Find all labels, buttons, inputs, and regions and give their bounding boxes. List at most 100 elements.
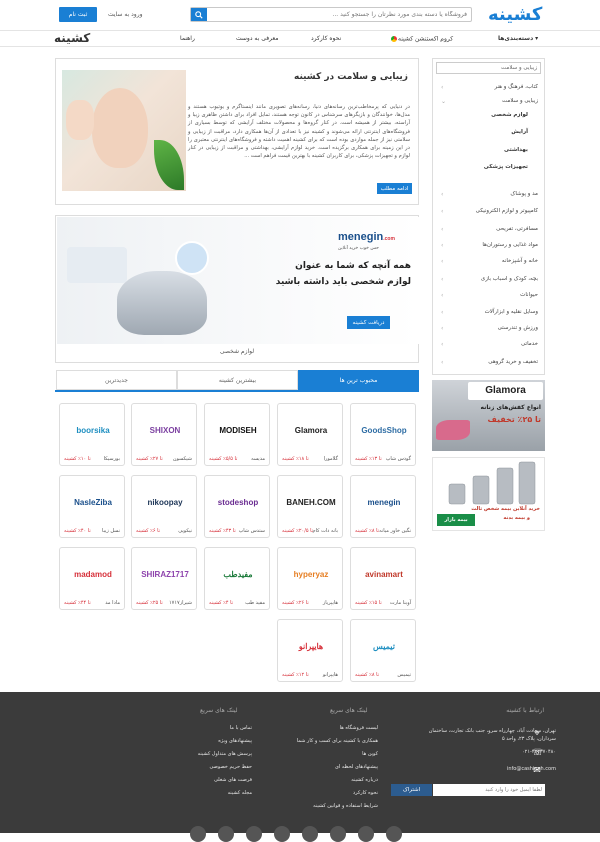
footer-link[interactable]: همکاری با کشینه برای کسب و کار شما xyxy=(297,738,378,744)
store-name: نسل زیبا xyxy=(101,528,120,534)
footer-link[interactable]: پیشنهادهای ویژه xyxy=(218,738,252,744)
store-card[interactable]: تیمیس تیمیس تا ۸٪ کشینه xyxy=(350,619,416,682)
footer-link[interactable]: پیشنهادهای لحظه ای xyxy=(335,764,378,770)
nav-guide[interactable]: راهنما xyxy=(180,35,195,42)
footer: ارتباط با کشینه لینک های سریع لینک های س… xyxy=(0,692,600,833)
store-card[interactable]: SHIXON شیکسون تا ۲۷٪ کشینه xyxy=(131,403,197,466)
glamora-banner[interactable]: Glamora انواع کفش‌های زنانه تا ۲۵٪ تخفیف xyxy=(432,380,545,451)
store-cashback: تا ۱۳٪ کشینه xyxy=(355,456,382,462)
store-card[interactable]: hyperyaz هایپریاز تا ۲۶٪ کشینه xyxy=(277,547,343,610)
store-name: بانه دات کام xyxy=(312,528,339,534)
bimebazar-banner[interactable]: خرید آنلاین بیمه شخص ثالث و بیمه بدنه بی… xyxy=(432,457,545,531)
newsletter-input[interactable] xyxy=(433,784,545,796)
promo-cta-button[interactable]: دریافت کشینه xyxy=(347,316,390,329)
store-card[interactable]: menegin نگین خاور میانه تا ۸٪ کشینه xyxy=(350,475,416,538)
store-logo: boorsika xyxy=(76,425,110,435)
sidebar-item[interactable]: آرایش xyxy=(511,129,528,135)
sidebar-item[interactable]: بچه، کودک و اسباب بازی xyxy=(481,276,538,282)
sidebar-item[interactable]: زیبایی و سلامت xyxy=(502,98,538,104)
sidebar-item[interactable]: کامپیوتر و لوازم الکترونیکی xyxy=(476,208,538,214)
store-name: گودس شاپ xyxy=(385,456,411,462)
sidebar-item[interactable]: مد و پوشاک xyxy=(510,191,538,197)
promo-caption: لوازم شخصی xyxy=(219,348,255,355)
nav-invite[interactable]: معرفی به دوست xyxy=(236,35,278,42)
tab-popular[interactable]: محبوب ترین ها xyxy=(298,370,419,390)
read-more-button[interactable]: ادامه مطلب xyxy=(377,183,412,194)
footer-link[interactable]: شرایط استفاده و قوانین کشینه xyxy=(313,803,378,809)
store-cashback: تا ۲۰/۵٪ کشینه xyxy=(282,528,314,534)
site-logo[interactable]: کشینه xyxy=(488,4,542,25)
sidebar-item[interactable]: بهداشتی xyxy=(504,147,528,153)
sidebar-item[interactable]: تجهیزات پزشکی xyxy=(484,164,528,170)
sidebar-item[interactable]: لوازم شخصی xyxy=(491,112,528,118)
footer-link[interactable]: درباره کشینه xyxy=(351,777,378,783)
search-input[interactable] xyxy=(209,9,467,20)
footer-link[interactable]: فرصت های شغلی xyxy=(214,777,252,783)
social-icon[interactable] xyxy=(358,826,374,842)
nav-logo[interactable]: کشینه xyxy=(54,31,90,45)
chrome-icon xyxy=(390,35,398,43)
store-cashback: تا ۵/۵٪ کشینه xyxy=(209,456,238,462)
store-logo: avinamart xyxy=(365,569,403,579)
sidebar-item[interactable]: مسافرتی، تفریحی xyxy=(496,226,538,232)
search-button[interactable] xyxy=(191,8,207,21)
nav-categories[interactable]: دسته‌بندی‌ها ▾ xyxy=(498,35,538,42)
footer-link[interactable]: کوپن ها xyxy=(362,751,378,757)
store-card[interactable]: BANEH.COM بانه دات کام تا ۲۰/۵٪ کشینه xyxy=(277,475,343,538)
store-card[interactable]: boorsika بورسیکا تا ۱۰٪ کشینه xyxy=(59,403,125,466)
promo-banner[interactable]: menegin.com حس خوب خرید آنلاین همه آنچه … xyxy=(57,217,419,344)
store-name: شیراز۱۷۱۷ xyxy=(168,600,192,606)
chevron-left-icon: ‹ xyxy=(441,191,444,198)
store-card[interactable]: GoodsShop گودس شاپ تا ۱۳٪ کشینه xyxy=(350,403,416,466)
store-card[interactable]: stodeshop ستدس شاپ تا ۴۳٪ کشینه xyxy=(204,475,270,538)
footer-link[interactable]: نحوه کارکرد xyxy=(353,790,378,796)
leaf-image xyxy=(154,140,184,190)
register-button[interactable]: ثبت نام xyxy=(59,7,97,22)
store-card[interactable]: مفیدطب مفید طب تا ۴٪ کشینه xyxy=(204,547,270,610)
store-logo: menegin xyxy=(367,497,401,507)
store-card[interactable]: SHIRAZ1717 شیراز۱۷۱۷ تا ۲۵٪ کشینه xyxy=(131,547,197,610)
category-sidebar: زیبایی و سلامت کتاب، فرهنگ و هنر ‹ زیبایی … xyxy=(432,58,545,375)
store-card[interactable]: nikoopay نیکوپی تا ۶٪ کشینه xyxy=(131,475,197,538)
store-logo: hyperyaz xyxy=(293,569,329,579)
store-card[interactable]: NasleZiba نسل زیبا تا ۴۰٪ کشینه xyxy=(59,475,125,538)
article-card: زیبایی و سلامت در کشینه در دنیایی که پرم… xyxy=(55,58,419,205)
hand-image xyxy=(66,100,94,140)
social-icon[interactable] xyxy=(302,826,318,842)
footer-link[interactable]: مجله کشینه xyxy=(228,790,252,796)
footer-link[interactable]: حفظ حریم خصوصی xyxy=(209,764,252,770)
social-icon[interactable] xyxy=(190,826,206,842)
subscribe-button[interactable]: اشتراک xyxy=(391,784,432,796)
sidebar-item[interactable]: تخفیف و خرید گروهی xyxy=(488,359,538,365)
tab-most-cashback[interactable]: بیشترین کشینه xyxy=(177,370,298,390)
chevron-left-icon: ‹ xyxy=(441,292,444,299)
sidebar-item[interactable]: وسایل نقلیه و ابزارآلات xyxy=(485,309,538,315)
sidebar-search[interactable]: زیبایی و سلامت xyxy=(436,62,541,74)
store-card[interactable]: Glamora گلامورا تا ۱۸٪ کشینه xyxy=(277,403,343,466)
tab-newest[interactable]: جدیدترین xyxy=(56,370,177,390)
footer-link[interactable]: تماس با ما xyxy=(230,725,252,731)
login-link[interactable]: ورود به سایت xyxy=(108,11,142,18)
footer-link[interactable]: لیست فروشگاه ها xyxy=(340,725,378,731)
social-icon[interactable] xyxy=(218,826,234,842)
store-card[interactable]: avinamart آوینا مارت تا ۱۵٪ کشینه xyxy=(350,547,416,610)
store-card[interactable]: MODISEH مدیسه تا ۵/۵٪ کشینه xyxy=(204,403,270,466)
sidebar-item[interactable]: کتاب، فرهنگ و هنر xyxy=(494,84,538,90)
sidebar-item[interactable]: مواد غذایی و رستوران‌ها xyxy=(482,242,538,248)
social-icon[interactable] xyxy=(274,826,290,842)
sidebar-item[interactable]: حیوانات xyxy=(520,292,538,298)
sidebar-item[interactable]: خدماتی xyxy=(521,341,538,347)
store-card[interactable]: madamod مادا مد تا ۴۴٪ کشینه xyxy=(59,547,125,610)
social-icon[interactable] xyxy=(386,826,402,842)
store-logo: SHIRAZ1717 xyxy=(141,569,189,579)
footer-link[interactable]: پرسش های متداول کشینه xyxy=(198,751,252,757)
sidebar-item[interactable]: ورزش و تندرستی xyxy=(498,325,538,331)
social-icon[interactable] xyxy=(330,826,346,842)
sidebar-item[interactable]: خانه و آشپزخانه xyxy=(502,258,538,264)
nav-how[interactable]: نحوه کارکرد xyxy=(311,35,341,42)
nav-extension[interactable]: کروم اکستنشن کشینه xyxy=(388,35,453,43)
store-card[interactable]: هایپرانو هایپرانو تا ۱۲٪ کشینه xyxy=(277,619,343,682)
shoe-image xyxy=(436,420,470,440)
store-name: مدیسه xyxy=(251,456,265,462)
social-icon[interactable] xyxy=(246,826,262,842)
